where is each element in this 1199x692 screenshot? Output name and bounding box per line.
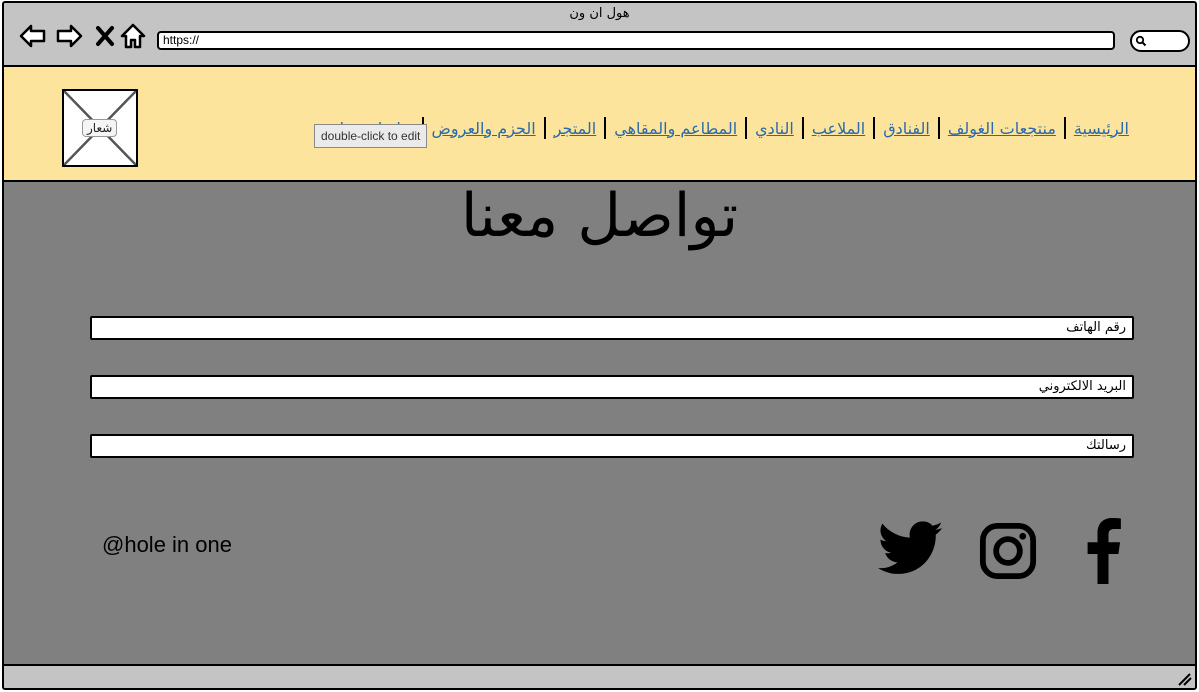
home-icon[interactable] xyxy=(118,21,148,51)
social-handle: @hole in one xyxy=(102,532,232,557)
window-title: هول ان ون xyxy=(569,6,630,21)
phone-field[interactable]: رقم الهاتف xyxy=(90,316,1134,340)
search-icon xyxy=(1135,35,1147,47)
search-field[interactable] xyxy=(1130,30,1190,52)
twitter-icon[interactable] xyxy=(878,521,944,579)
resize-grip-icon[interactable] xyxy=(1176,672,1192,686)
back-icon[interactable] xyxy=(18,21,48,51)
nav-packages[interactable]: الحزم والعروض xyxy=(424,119,544,138)
forward-icon[interactable] xyxy=(54,21,84,51)
email-field[interactable]: البريد الالكتروني xyxy=(90,375,1134,399)
message-field[interactable]: رسالتك xyxy=(90,434,1134,458)
nav-golf-resorts[interactable]: منتجعات الغولف xyxy=(940,119,1064,138)
page-title: تواصل معنا xyxy=(460,181,739,251)
stop-icon[interactable] xyxy=(90,21,120,51)
edit-tooltip: double-click to edit xyxy=(314,124,428,148)
nav-home[interactable]: الرئيسية xyxy=(1066,119,1137,138)
nav-club[interactable]: النادي xyxy=(747,119,802,138)
address-bar[interactable]: https:// xyxy=(157,31,1115,50)
browser-window: هول ان ون https:// شعار الرئيسية منتجعات… xyxy=(2,1,1197,690)
site-header: شعار الرئيسية منتجعات الغولف الفنادق الم… xyxy=(4,67,1195,182)
status-bar xyxy=(4,664,1195,688)
nav-hotels[interactable]: الفنادق xyxy=(875,119,938,138)
nav-store[interactable]: المتجر xyxy=(546,119,605,138)
facebook-icon[interactable] xyxy=(1082,518,1124,584)
main-nav: الرئيسية منتجعات الغولف الفنادق الملاعب … xyxy=(332,117,1137,139)
nav-courses[interactable]: الملاعب xyxy=(804,119,873,138)
logo-placeholder[interactable]: شعار xyxy=(62,89,138,167)
logo-label: شعار xyxy=(82,119,118,137)
nav-restaurants[interactable]: المطاعم والمقاهي xyxy=(606,119,745,138)
instagram-icon[interactable] xyxy=(979,522,1037,580)
browser-toolbar: هول ان ون https:// xyxy=(4,3,1195,67)
